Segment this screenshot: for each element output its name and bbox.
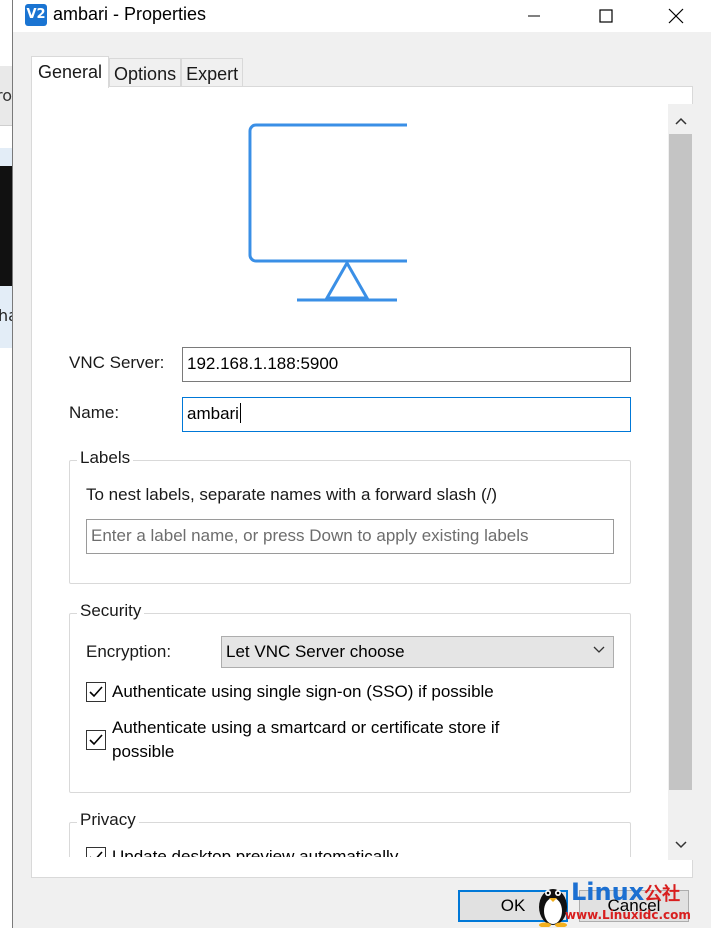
vnc-server-value: 192.168.1.188:5900 <box>187 354 339 373</box>
background-thumbnail[interactable]: ha <box>0 148 14 348</box>
linuxidc-watermark: Linux公社 www.Linuxidc.com <box>535 878 711 928</box>
encryption-label: Encryption: <box>86 642 172 661</box>
name-input[interactable]: ambari <box>182 397 631 432</box>
vnc-server-label: VNC Server: <box>69 353 165 372</box>
checkmark-icon <box>89 734 103 746</box>
watermark-brand: Linux公社 <box>571 878 680 906</box>
monitor-icon <box>248 123 407 302</box>
minimize-button[interactable] <box>511 0 557 32</box>
encryption-select[interactable]: Let VNC Server choose <box>221 636 614 668</box>
name-label: Name: <box>69 403 120 422</box>
properties-dialog: V2 ambari - Properties General Options E… <box>12 0 711 928</box>
close-button[interactable] <box>653 0 699 32</box>
tab-strip: General Options Expert <box>31 56 244 88</box>
minimize-icon <box>528 15 540 17</box>
watermark-brand-text: Linux <box>571 878 645 906</box>
scroll-up-button[interactable] <box>668 108 693 133</box>
privacy-clip: Privacy Update desktop preview automatic… <box>32 802 666 857</box>
smartcard-label-line2[interactable]: possible <box>112 740 174 764</box>
background-thumbnail-preview <box>0 166 12 286</box>
chevron-up-icon <box>674 117 687 125</box>
preview-checkbox[interactable] <box>86 847 106 857</box>
watermark-suffix: 公社 <box>644 884 681 905</box>
sso-label[interactable]: Authenticate using single sign-on (SSO) … <box>112 680 494 704</box>
smartcard-checkbox[interactable] <box>86 730 106 750</box>
text-caret <box>239 403 241 423</box>
labels-group-title: Labels <box>77 448 134 468</box>
sso-checkbox[interactable] <box>86 682 106 702</box>
labels-hint: To nest labels, separate names with a fo… <box>86 485 498 504</box>
tab-expert[interactable]: Expert <box>181 58 244 88</box>
vnc-viewer-icon: V2 <box>25 4 47 26</box>
smartcard-label-line1[interactable]: Authenticate using a smartcard or certif… <box>112 716 499 740</box>
encryption-value: Let VNC Server choose <box>226 642 405 661</box>
scroll-thumb[interactable] <box>669 134 692 790</box>
security-group-title: Security <box>77 601 145 621</box>
title-bar[interactable]: V2 ambari - Properties <box>13 0 711 32</box>
background-toolbar: ro <box>0 66 12 126</box>
labels-group: Labels To nest labels, separate names wi… <box>69 448 631 584</box>
watermark-url: www.Linuxidc.com <box>565 908 691 922</box>
checkmark-icon <box>90 851 103 857</box>
security-group: Security Encryption: Let VNC Server choo… <box>69 601 631 793</box>
tab-general[interactable]: General <box>31 56 110 88</box>
tab-options[interactable]: Options <box>109 58 182 88</box>
chevron-down-icon <box>674 840 687 848</box>
background-window: ro ha <box>0 0 14 928</box>
general-tab-panel: VNC Server: 192.168.1.188:5900 Name: amb… <box>31 86 693 878</box>
name-value: ambari <box>187 404 239 423</box>
background-toolbar-text: ro <box>0 86 12 105</box>
checkmark-icon <box>89 686 103 698</box>
vnc-server-input[interactable]: 192.168.1.188:5900 <box>182 347 631 382</box>
scroll-down-button[interactable] <box>668 832 693 857</box>
label-name-input[interactable]: Enter a label name, or press Down to app… <box>86 519 614 554</box>
window-title: ambari - Properties <box>53 4 207 24</box>
privacy-group-title: Privacy <box>77 810 139 830</box>
maximize-icon <box>599 9 613 23</box>
chevron-down-icon <box>593 646 605 653</box>
vertical-scrollbar[interactable] <box>668 104 693 860</box>
preview-label[interactable]: Update desktop preview automatically <box>112 845 398 857</box>
privacy-group: Privacy Update desktop preview automatic… <box>69 810 631 857</box>
close-icon <box>668 8 684 24</box>
maximize-button[interactable] <box>583 0 629 32</box>
